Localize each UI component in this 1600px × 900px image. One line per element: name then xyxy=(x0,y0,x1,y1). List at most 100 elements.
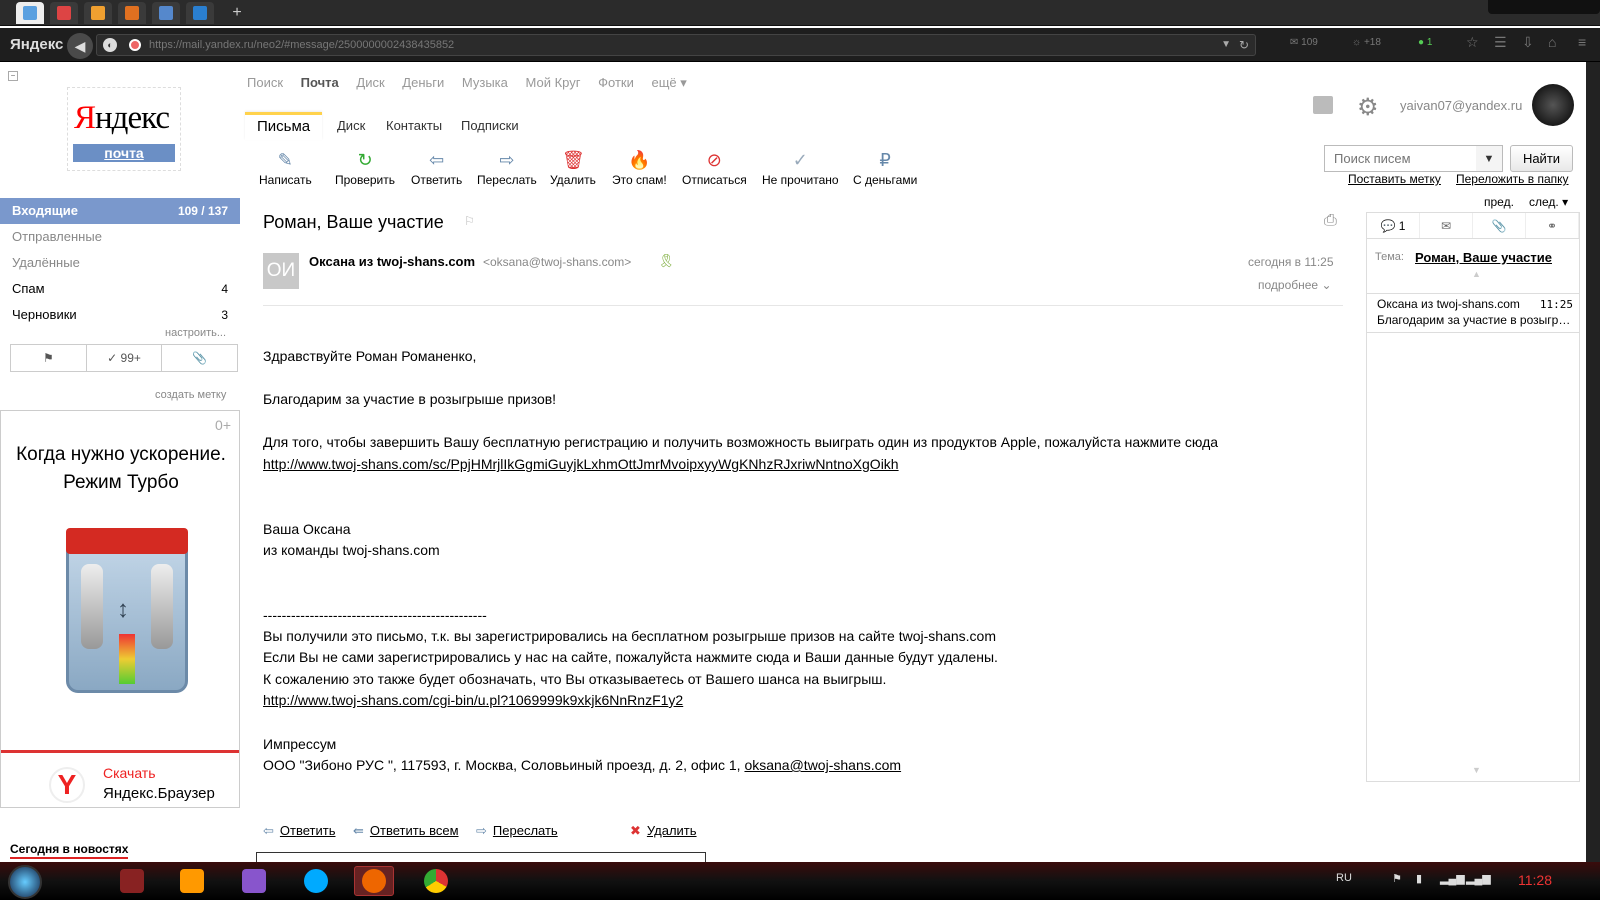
taskbar-chrome[interactable] xyxy=(416,866,456,896)
tab-5[interactable] xyxy=(152,2,180,24)
next-link[interactable]: след. ▾ xyxy=(1529,195,1568,209)
sidebar-item-2[interactable]: Удалённые xyxy=(0,250,240,276)
nav-music[interactable]: Музыка xyxy=(462,75,508,90)
unsubscribe-link[interactable]: http://www.twoj-shans.com/cgi-bin/u.pl?1… xyxy=(263,692,683,708)
browser-ad[interactable]: 0+ Когда нужно ускорение. Режим Турбо ↕ … xyxy=(0,410,240,808)
set-label-link[interactable]: Поставить метку xyxy=(1348,172,1441,186)
details-link[interactable]: подробнее ⌄ xyxy=(1258,278,1332,292)
toolbar-button-2[interactable]: ⇦ Ответить xyxy=(411,150,462,187)
protect-icon[interactable]: ◐ xyxy=(103,38,117,52)
delete-action[interactable]: ✖ Удалить xyxy=(630,823,697,839)
sidebar-item-3[interactable]: Спам 4 xyxy=(0,276,240,302)
tab-disk[interactable]: Диск xyxy=(337,112,365,140)
company-email-link[interactable]: oksana@twoj-shans.com xyxy=(744,757,901,773)
thread-tab-links[interactable]: ⚭ xyxy=(1526,213,1579,238)
taskbar-visual-studio[interactable] xyxy=(234,866,274,896)
user-email[interactable]: yaivan07@yandex.ru xyxy=(1400,98,1522,113)
reply-action[interactable]: ⇦ Ответить xyxy=(263,823,335,839)
sidebar-item-4[interactable]: Черновики 3 xyxy=(0,302,240,328)
taskbar-app-1[interactable] xyxy=(112,866,152,896)
collapse-icon[interactable]: − xyxy=(8,71,18,81)
thread-tab-attachments[interactable]: 📎 xyxy=(1473,213,1526,238)
book-icon[interactable] xyxy=(1313,96,1333,114)
url-dropdown-icon[interactable]: ▼ xyxy=(1221,35,1231,55)
nav-moikrug[interactable]: Мой Круг xyxy=(526,75,581,90)
search-options-button[interactable]: ▼ xyxy=(1476,145,1503,172)
network-icon[interactable]: ▂▄▆ xyxy=(1440,872,1465,885)
logo-mail-label[interactable]: почта xyxy=(73,144,175,162)
star-icon[interactable]: ☆ xyxy=(1466,34,1479,51)
ad-download-text[interactable]: Скачать xyxy=(103,765,156,781)
done-filter-button[interactable]: ✓ 99+ xyxy=(87,345,163,371)
tab-3[interactable] xyxy=(84,2,112,24)
nav-disk[interactable]: Диск xyxy=(356,75,384,90)
nav-search[interactable]: Поиск xyxy=(247,75,283,90)
prev-link[interactable]: пред. xyxy=(1484,195,1514,209)
mail-indicator[interactable]: ✉ 109 xyxy=(1290,37,1318,48)
browser-brand[interactable]: Яндекс xyxy=(10,36,63,53)
clock[interactable]: 11:28 xyxy=(1518,872,1552,888)
battery-icon[interactable]: ▮ xyxy=(1416,872,1422,885)
tab-contacts[interactable]: Контакты xyxy=(386,112,442,140)
sender-name[interactable]: Оксана из twoj-shans.com xyxy=(309,254,475,269)
taskbar-media-player[interactable] xyxy=(172,866,212,896)
thread-tab-mail[interactable]: ✉ xyxy=(1420,213,1473,238)
mail-tab[interactable] xyxy=(16,2,44,24)
download-icon[interactable]: ⇩ xyxy=(1522,34,1534,51)
weather-indicator[interactable]: ☼ +18 xyxy=(1352,37,1381,48)
taskbar-firefox[interactable] xyxy=(354,866,394,896)
reload-icon[interactable]: ↻ xyxy=(1239,35,1249,55)
toolbar-button-5[interactable]: 🔥 Это спам! xyxy=(612,150,667,187)
language-indicator[interactable]: RU xyxy=(1336,872,1352,884)
toolbar-button-0[interactable]: ✎ Написать xyxy=(259,150,312,187)
configure-link[interactable]: настроить... xyxy=(165,327,226,339)
gear-icon[interactable]: ⚙ xyxy=(1357,93,1379,122)
nav-mail[interactable]: Почта xyxy=(301,75,339,90)
yandex-mail-logo[interactable]: Яндекс почта xyxy=(67,87,181,171)
create-label-link[interactable]: создать метку xyxy=(155,389,226,401)
search-input[interactable] xyxy=(1325,146,1501,171)
nav-photos[interactable]: Фотки xyxy=(598,75,634,90)
tab-4[interactable] xyxy=(118,2,146,24)
ad-product-text[interactable]: Яндекс.Браузер xyxy=(103,785,215,802)
menu-icon[interactable]: ≡ xyxy=(1578,34,1586,50)
reply-all-action[interactable]: ⇚ Ответить всем xyxy=(353,823,459,839)
attach-filter-button[interactable]: 📎 xyxy=(162,345,237,371)
toolbar-button-7[interactable]: ✓ Не прочитано xyxy=(762,150,839,187)
tab-subscriptions[interactable]: Подписки xyxy=(461,112,519,140)
scroll-up-icon[interactable]: ▲ xyxy=(1472,269,1481,279)
url-field[interactable]: ◐ https://mail.yandex.ru/neo2/#message/2… xyxy=(96,34,1256,56)
toolbar-button-1[interactable]: ↻ Проверить xyxy=(335,150,395,187)
new-tab-button[interactable]: + xyxy=(226,3,248,23)
extension-indicator[interactable]: ● 1 xyxy=(1418,37,1432,48)
toolbar-button-4[interactable]: 🗑 Удалить xyxy=(550,150,596,187)
bookmarks-icon[interactable]: ☰ xyxy=(1494,34,1507,51)
news-heading[interactable]: Сегодня в новостях xyxy=(10,842,129,859)
gmail-tab[interactable] xyxy=(50,2,78,24)
tab-letters[interactable]: Письма xyxy=(245,112,323,140)
toolbar-button-6[interactable]: ⊘ Отписаться xyxy=(682,150,747,187)
thread-subject[interactable]: Роман, Ваше участие xyxy=(1415,250,1552,265)
window-controls[interactable] xyxy=(1488,0,1600,14)
sidebar-item-1[interactable]: Отправленные xyxy=(0,224,240,250)
forward-action[interactable]: ⇨ Переслать xyxy=(476,823,558,839)
scroll-down-icon[interactable]: ▼ xyxy=(1472,765,1481,775)
toolbar-button-3[interactable]: ⇨ Переслать xyxy=(477,150,537,187)
avatar[interactable] xyxy=(1532,84,1574,126)
thread-item[interactable]: Оксана из twoj-shans.com 11:25 Благодари… xyxy=(1367,293,1579,333)
start-button[interactable] xyxy=(8,865,42,899)
move-to-folder-link[interactable]: Переложить в папку xyxy=(1456,172,1569,186)
sidebar-item-0[interactable]: Входящие 109 / 137 xyxy=(0,198,240,224)
tab-6[interactable] xyxy=(186,2,214,24)
nav-more[interactable]: ещё ▾ xyxy=(651,75,686,90)
flag-filter-button[interactable]: ⚑ xyxy=(11,345,87,371)
signal-icon[interactable]: ▂▄▆ xyxy=(1466,872,1491,885)
print-icon[interactable]: ⎙ xyxy=(1324,212,1337,230)
thread-tab-conversation[interactable]: 💬 1 xyxy=(1367,213,1420,238)
home-icon[interactable]: ⌂ xyxy=(1548,34,1556,50)
toolbar-button-8[interactable]: ₽ С деньгами xyxy=(853,150,917,187)
search-button[interactable]: Найти xyxy=(1510,145,1573,172)
page-scrollbar[interactable] xyxy=(1586,62,1600,862)
sender-email[interactable]: <oksana@twoj-shans.com> xyxy=(483,255,631,269)
registration-link[interactable]: http://www.twoj-shans.com/sc/PpjHMrjlIkG… xyxy=(263,456,899,472)
